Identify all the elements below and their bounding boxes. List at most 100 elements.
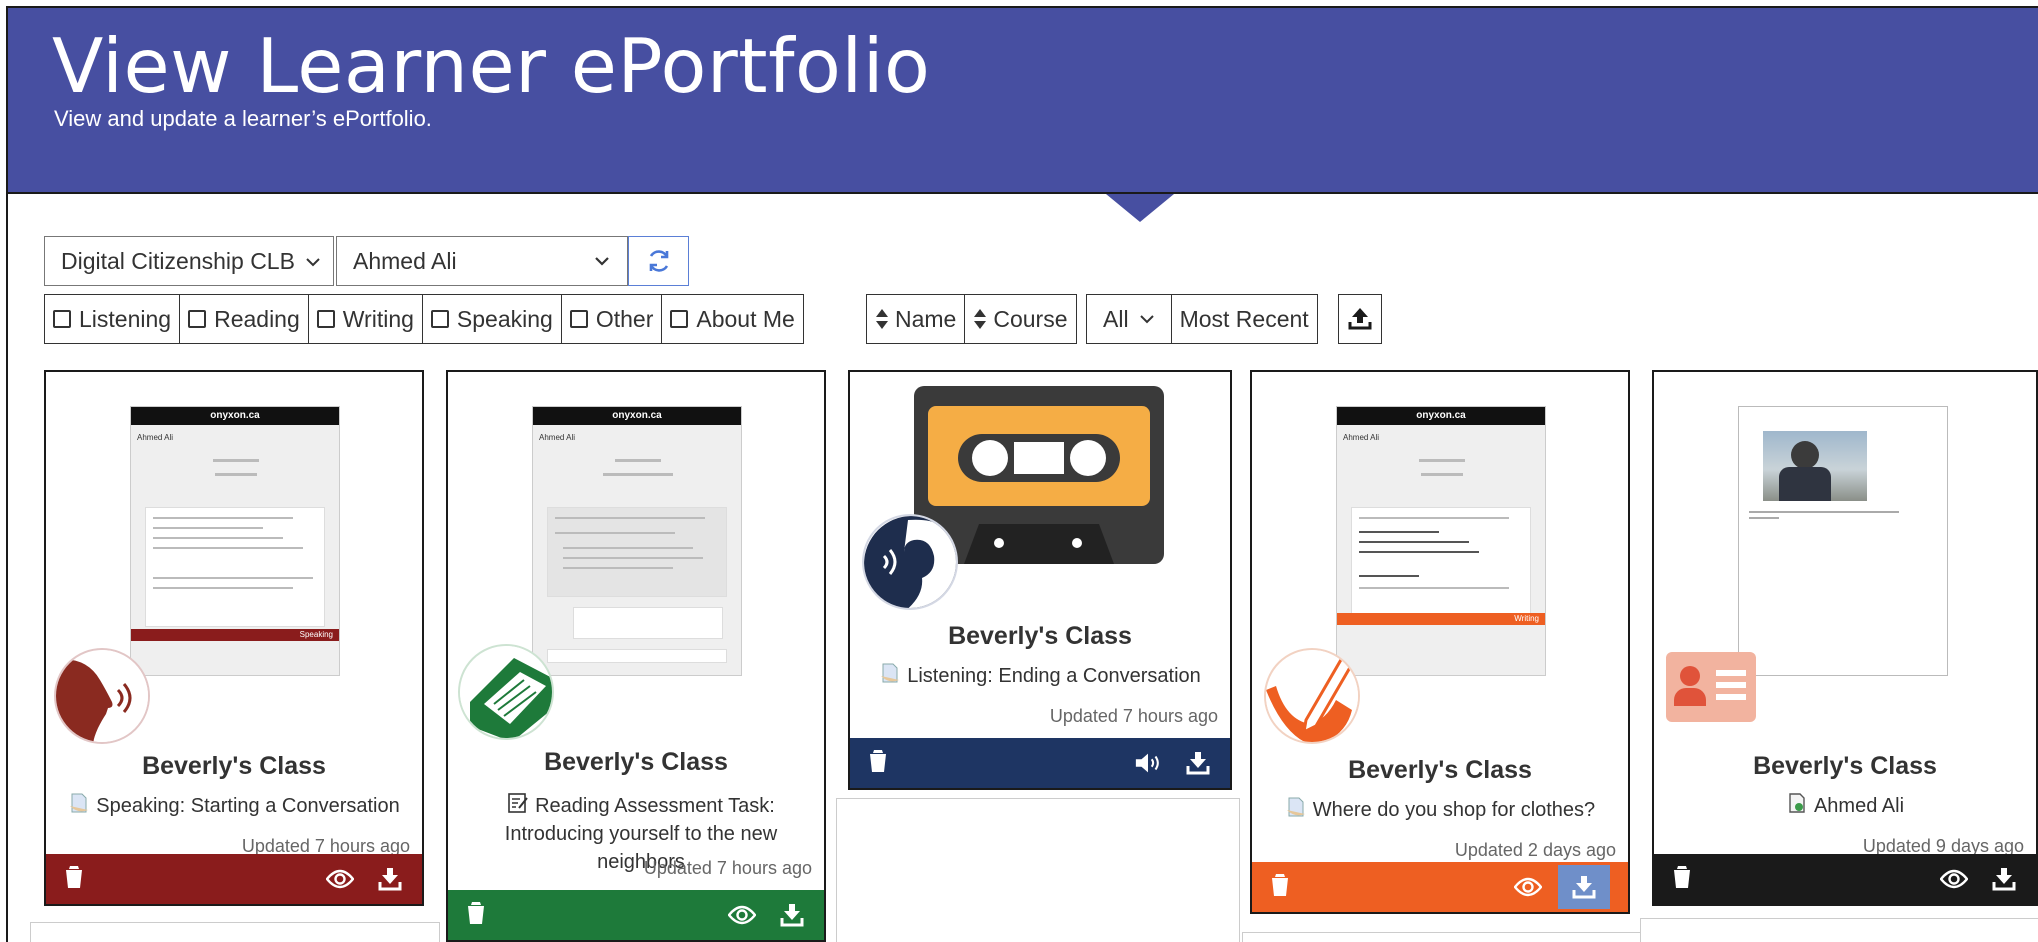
portfolio-card[interactable]: onyxon.ca Ahmed Ali Writing Beverly's Cl… (1250, 370, 1630, 914)
upload-button[interactable] (1338, 294, 1382, 344)
thumbnail-name: Ahmed Ali (539, 433, 576, 442)
checkbox-icon (670, 310, 689, 328)
checkbox-icon (316, 310, 335, 328)
card-placeholder (1242, 932, 1642, 942)
card-title: Beverly's Class (948, 622, 1132, 650)
learner-select-value: Ahmed Ali (353, 247, 457, 274)
card-description: Speaking: Starting a Conversation (56, 792, 412, 820)
document-icon (1286, 797, 1305, 817)
card-title: Beverly's Class (1753, 752, 1937, 780)
card-placeholder (836, 798, 1240, 942)
card-actions-bar (448, 890, 824, 940)
order-label: Most Recent (1179, 305, 1309, 332)
thumbnail-tag: Speaking (131, 629, 339, 641)
sort-by-course-button[interactable]: Course (965, 295, 1075, 343)
view-button[interactable] (1514, 873, 1542, 901)
portfolio-card[interactable]: onyxon.ca Ahmed Ali Speaking Beverly's C… (44, 370, 424, 906)
checkbox-icon (569, 310, 588, 328)
skill-filter-group: Listening Reading Writing Speaking Other… (44, 294, 804, 344)
most-recent-button[interactable]: Most Recent (1172, 295, 1317, 343)
filter-listening[interactable]: Listening (45, 295, 181, 343)
play-audio-button[interactable] (1134, 749, 1162, 777)
card-title: Beverly's Class (1348, 756, 1532, 784)
filter-about-me[interactable]: About Me (662, 295, 802, 343)
about-me-icon (1666, 652, 1756, 722)
trash-icon[interactable] (1270, 873, 1290, 897)
scope-group: All Most Recent (1086, 294, 1318, 344)
view-button[interactable] (1940, 865, 1968, 893)
trash-icon[interactable] (466, 901, 486, 925)
download-icon (1572, 876, 1596, 899)
checkbox-icon (430, 310, 449, 328)
assessment-icon (508, 793, 528, 813)
page-title: View Learner ePortfolio (52, 22, 931, 110)
download-button[interactable] (1558, 865, 1610, 909)
header-pointer (1106, 194, 1174, 222)
thumbnail-name: Ahmed Ali (1343, 433, 1380, 442)
filter-other[interactable]: Other (562, 295, 663, 343)
eye-icon (1514, 877, 1542, 897)
card-description-text: Speaking: Starting a Conversation (96, 795, 400, 817)
portfolio-card[interactable]: onyxon.ca Ahmed Ali Beverly's Class Read… (446, 370, 826, 942)
eye-icon (1940, 869, 1968, 889)
page-subtitle: View and update a learner’s ePortfolio. (54, 106, 432, 131)
chevron-down-icon (595, 257, 609, 266)
volume-icon (1135, 753, 1159, 773)
filter-label: Listening (79, 305, 172, 332)
thumbnail-brand: onyxon.ca (131, 407, 339, 425)
download-button[interactable] (1184, 749, 1212, 777)
view-button[interactable] (728, 901, 756, 929)
filter-label: Other (595, 305, 654, 332)
filter-label: Speaking (456, 305, 553, 332)
download-button[interactable] (376, 865, 404, 893)
download-button[interactable] (1990, 865, 2018, 893)
filter-label: Reading (214, 305, 300, 332)
portfolio-card[interactable]: Beverly's Class Listening: Ending a Conv… (848, 370, 1232, 790)
listening-icon (862, 514, 958, 610)
learner-select[interactable]: Ahmed Ali (336, 236, 628, 286)
view-button[interactable] (326, 865, 354, 893)
filter-writing[interactable]: Writing (309, 295, 423, 343)
document-icon (1789, 793, 1805, 813)
card-description: Ahmed Ali (1664, 792, 2026, 820)
checkbox-icon (53, 310, 71, 328)
chevron-down-icon (306, 258, 320, 267)
card-actions-bar (46, 854, 422, 904)
scope-dropdown[interactable]: All (1087, 295, 1172, 343)
chevron-down-icon (1139, 315, 1154, 324)
sort-icon (876, 309, 888, 329)
sort-icon (974, 309, 987, 329)
artifact-thumbnail[interactable]: onyxon.ca Ahmed Ali Writing (1336, 406, 1546, 676)
card-placeholder (30, 922, 440, 942)
thumbnail-name: Ahmed Ali (137, 433, 174, 442)
artifact-thumbnail[interactable]: onyxon.ca Ahmed Ali (532, 406, 742, 676)
card-actions-bar (850, 738, 1230, 788)
sort-label: Course (993, 305, 1068, 332)
sort-by-name-button[interactable]: Name (867, 295, 966, 343)
card-actions-bar (1654, 854, 2036, 904)
card-title: Beverly's Class (142, 752, 326, 780)
portfolio-card[interactable]: Beverly's Class Ahmed Ali Updated 9 days… (1652, 370, 2038, 906)
sort-group: Name Course (866, 294, 1077, 344)
artifact-thumbnail[interactable] (1738, 406, 1948, 676)
card-description: Where do you shop for clothes? (1262, 796, 1618, 824)
checkbox-icon (188, 310, 207, 328)
download-icon (1186, 752, 1210, 775)
card-title: Beverly's Class (544, 748, 728, 776)
eye-icon (326, 869, 354, 889)
filter-speaking[interactable]: Speaking (423, 295, 562, 343)
learner-photo (1763, 431, 1867, 501)
course-select[interactable]: Digital Citizenship CLB (44, 236, 334, 286)
card-updated: Updated 7 hours ago (1049, 706, 1218, 726)
trash-icon[interactable] (1672, 865, 1692, 889)
trash-icon[interactable] (64, 865, 84, 889)
trash-icon[interactable] (868, 749, 888, 773)
card-description: Listening: Ending a Conversation (860, 662, 1220, 690)
filter-reading[interactable]: Reading (180, 295, 309, 343)
artifact-thumbnail[interactable]: onyxon.ca Ahmed Ali Speaking (130, 406, 340, 676)
download-button[interactable] (778, 901, 806, 929)
card-description-text: Ahmed Ali (1813, 795, 1905, 817)
refresh-button[interactable] (628, 236, 689, 286)
document-icon (70, 793, 89, 813)
scope-label: All (1103, 305, 1129, 332)
